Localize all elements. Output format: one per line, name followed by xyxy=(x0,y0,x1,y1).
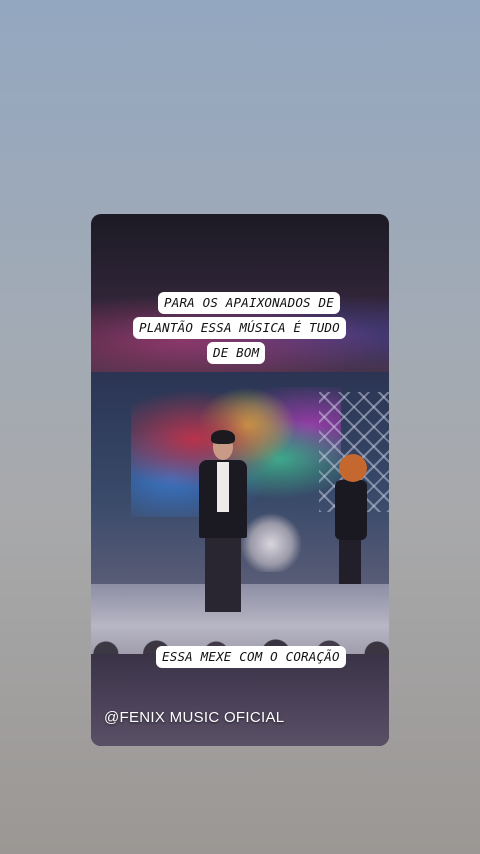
watermark-text: @FENIX MUSIC OFICIAL xyxy=(104,709,285,726)
caption-top-line-1: PARA OS APAIXONADOS DE xyxy=(158,292,340,314)
caption-bottom: ESSA MEXE COM O CORAÇÃO xyxy=(156,646,346,668)
caption-top-line-3: DE BOM xyxy=(207,342,266,364)
caption-top-line-2: PLANTÃO ESSA MÚSICA É TUDO xyxy=(133,317,346,339)
drum-kit xyxy=(241,502,301,572)
guitarist-figure xyxy=(331,454,371,584)
singer-figure xyxy=(199,430,247,614)
story-video-card[interactable]: PARA OS APAIXONADOS DE PLANTÃO ESSA MÚSI… xyxy=(91,214,389,746)
video-frame xyxy=(91,372,389,654)
